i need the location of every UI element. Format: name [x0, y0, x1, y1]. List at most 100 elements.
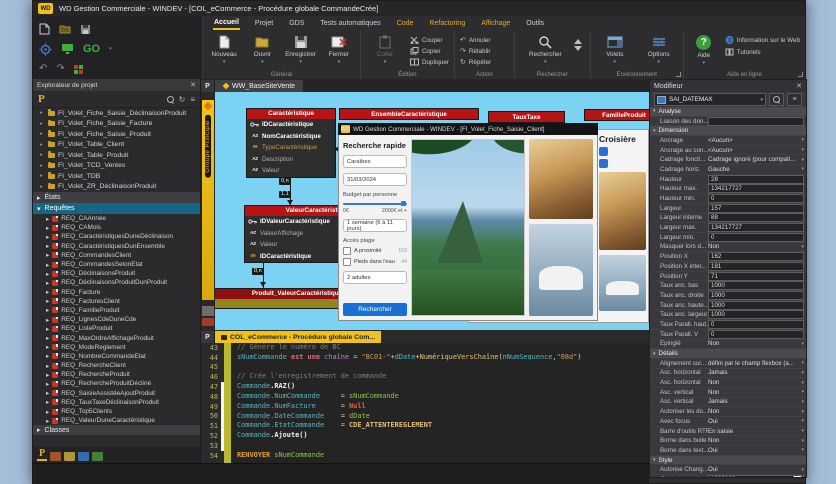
tree-item-query[interactable]: ▸ REQ_SaisieAssistéeAjoutProduit [33, 389, 200, 398]
property-value[interactable]: 0 [708, 194, 804, 204]
menu-tab-outils[interactable]: Outils [525, 18, 545, 29]
property-value[interactable]: 1000 [708, 300, 804, 310]
property-value[interactable]: Non ▾ [708, 389, 806, 396]
property-value[interactable]: 1000 [708, 281, 804, 291]
slider-knob[interactable] [401, 201, 406, 206]
tree-item-folder[interactable]: ▸ FI_Volet_TDB [33, 171, 200, 182]
tree-item-query[interactable]: ▸ REQ_CaractéristiquesDunEnsemble [33, 242, 200, 251]
tree-item-query[interactable]: ▸ REQ_Top5Clients [33, 407, 200, 416]
property-row[interactable]: Couleur#202020 [650, 474, 806, 477]
property-value[interactable]: Oui ▾ [708, 447, 806, 454]
cut-button[interactable]: Couper [410, 36, 449, 44]
tree-item-query[interactable]: ▸ REQ_CommandesSelonEtat [33, 260, 200, 269]
tree-item-folder[interactable]: ▸ FI_Volet_Table_Produit [33, 150, 200, 161]
tree-section-requetes[interactable]: ▾ Requêtes [33, 203, 200, 214]
property-value[interactable]: Jamais ▾ [708, 398, 806, 405]
settings-gear-icon[interactable] [39, 42, 52, 56]
property-row[interactable]: Alignement sur... défini par le champ fle… [650, 359, 806, 369]
code-line[interactable]: 51 Commande.EtatCommande = CDE_ATTENTEREG… [201, 421, 649, 432]
duplicate-button[interactable]: Dupliquer [410, 58, 449, 66]
property-value[interactable]: <Aucun> ▾ [708, 137, 806, 144]
property-row[interactable]: Asc. horizontal Non ▾ [650, 378, 806, 388]
property-row[interactable]: Avec focus Oui ▾ [650, 417, 806, 427]
property-row[interactable]: Barre d'outils RTF En saisie ▾ [650, 427, 806, 437]
property-row[interactable]: Largeur interne 88 [650, 213, 806, 224]
property-row[interactable]: Liaison des don... [650, 116, 806, 127]
window-preview[interactable]: WD WD Gestion Commerciale - WINDEV - [FI… [338, 123, 598, 321]
code-line[interactable]: 48 Commande.NumCommande = sNumCommande [201, 391, 649, 402]
code-tab-active[interactable]: COL_eCommerce - Procédure globale Com... [215, 331, 382, 343]
tree-item-query[interactable]: ▸ REQ_LignesCdeDuneCde [33, 315, 200, 324]
go-run-button[interactable]: GO [83, 43, 100, 55]
analysis-canvas[interactable]: EnsembleCaractéristique TauxTaxe Famille… [215, 92, 649, 330]
property-row[interactable]: Taux anc. largeur 1000 [650, 310, 806, 321]
date-input[interactable]: 31/03/2024 [343, 173, 407, 186]
tree-item-folder[interactable]: ▸ FI_Volet_TCD_Ventes [33, 161, 200, 172]
modifier-menu-button[interactable]: ≡ [787, 93, 802, 106]
property-value[interactable]: 1000 [708, 290, 804, 300]
property-row[interactable]: Autorise Chang... Oui ▾ [650, 465, 806, 476]
tree-item-query[interactable]: ▸ REQ_ModeReglement [33, 343, 200, 352]
entity-familleproduit[interactable]: FamilleProduit [584, 109, 649, 121]
property-row[interactable]: Ancrage au con... <Aucun> ▾ [650, 146, 806, 156]
menu-tab-gds[interactable]: GDS [288, 18, 305, 29]
explorer-sync-icon[interactable]: ↻ [179, 95, 186, 104]
property-row[interactable]: Hauteur min. 0 [650, 194, 806, 204]
new-button[interactable]: Nouveau ▾ [208, 33, 240, 65]
entity-ensemblecaracteristique[interactable]: EnsembleCaractéristique [339, 108, 479, 120]
modifier-close-icon[interactable]: ✕ [796, 82, 802, 90]
property-section-style[interactable]: ▾ Style [650, 455, 806, 466]
tutorials-link[interactable]: Tutoriels [725, 48, 800, 56]
property-section-détails[interactable]: ▾ Détails [650, 349, 806, 359]
property-value[interactable]: Non ▾ [708, 408, 806, 415]
property-row[interactable]: Position X 162 [650, 252, 806, 262]
redo-button[interactable]: ↷ Rétablir [460, 47, 491, 56]
control-selector[interactable]: SAI_DATEMAX ▾ [654, 93, 766, 106]
undo-button[interactable]: ↶ Annuler [460, 36, 491, 45]
panes-button[interactable]: Volets ▾ [596, 33, 634, 65]
property-value[interactable]: Non ▾ [708, 340, 806, 347]
property-row[interactable]: Largeur 157 [650, 203, 806, 214]
tree-section-etats[interactable]: ▸ États [33, 192, 200, 203]
color-swatch[interactable] [793, 475, 802, 477]
modifier-search-button[interactable] [769, 93, 784, 106]
property-value[interactable]: Non ▾ [708, 243, 806, 250]
footer-tab-window-icon[interactable] [78, 452, 90, 461]
property-row[interactable]: Largeur max. 134217727 [650, 223, 806, 233]
menu-tab-code[interactable]: Code [396, 18, 415, 29]
tree-item-query[interactable]: ▸ REQ_CAMois [33, 223, 200, 232]
property-value[interactable]: 0 [708, 329, 804, 339]
beach-option-row[interactable]: Pieds dans l'eau 44 [343, 258, 407, 266]
code-line[interactable]: 45 [201, 363, 649, 373]
tree-item-query[interactable]: ▸ REQ_CAAnnée [33, 214, 200, 223]
undo-icon[interactable]: ↶ [39, 64, 47, 74]
redo-icon[interactable]: ↷ [56, 64, 64, 74]
menu-tab-accueil[interactable]: Accueil [213, 17, 240, 30]
property-value[interactable]: Cadrage ignoré (pour compati... ▾ [708, 156, 806, 163]
footer-tab-project[interactable]: P [37, 448, 48, 461]
code-line[interactable]: 50 Commande.DateCommande = dDate [201, 411, 649, 422]
property-value[interactable]: #202020 [708, 474, 804, 477]
property-value[interactable] [708, 116, 804, 126]
property-value[interactable]: Oui ▾ [708, 418, 806, 425]
document-tab-basesitevente[interactable]: WW_BaseSiteVente [215, 80, 304, 92]
tree-item-folder[interactable]: ▸ FI_Volet_Fiche_Saisie_DéclinaisonProdui… [33, 108, 200, 119]
property-value[interactable]: Gauche ▾ [708, 166, 806, 173]
property-value[interactable]: 162 [708, 252, 804, 262]
tree-item-query[interactable]: ▸ REQ_FacturesClient [33, 297, 200, 306]
code-line[interactable]: 53 [201, 440, 649, 451]
menu-tab-affichage[interactable]: Affichage [480, 18, 511, 29]
footer-tab-share-icon[interactable] [50, 452, 62, 461]
property-row[interactable]: Largeur min. 0 [650, 232, 806, 243]
property-row[interactable]: Épinglé Non ▾ [650, 340, 806, 350]
property-row[interactable]: Position X inter... 181 [650, 261, 806, 272]
tree-item-query[interactable]: ▸ REQ_RechercheProduit [33, 370, 200, 379]
tree-item-query[interactable]: ▸ REQ_DéclinaisonsProduit [33, 269, 200, 278]
property-value[interactable]: Jamais ▾ [708, 369, 806, 376]
property-row[interactable]: Taux Parall. V0 [650, 329, 806, 340]
new-file-icon[interactable] [39, 23, 50, 35]
property-value[interactable]: 0 [708, 232, 804, 242]
paste-button[interactable]: Coller ▾ [366, 33, 404, 65]
property-row[interactable]: Asc. vertical Jamais ▾ [650, 398, 806, 408]
tree-item-query[interactable]: ▸ REQ_TauxTaxeDéclinaisonProduit [33, 398, 200, 407]
